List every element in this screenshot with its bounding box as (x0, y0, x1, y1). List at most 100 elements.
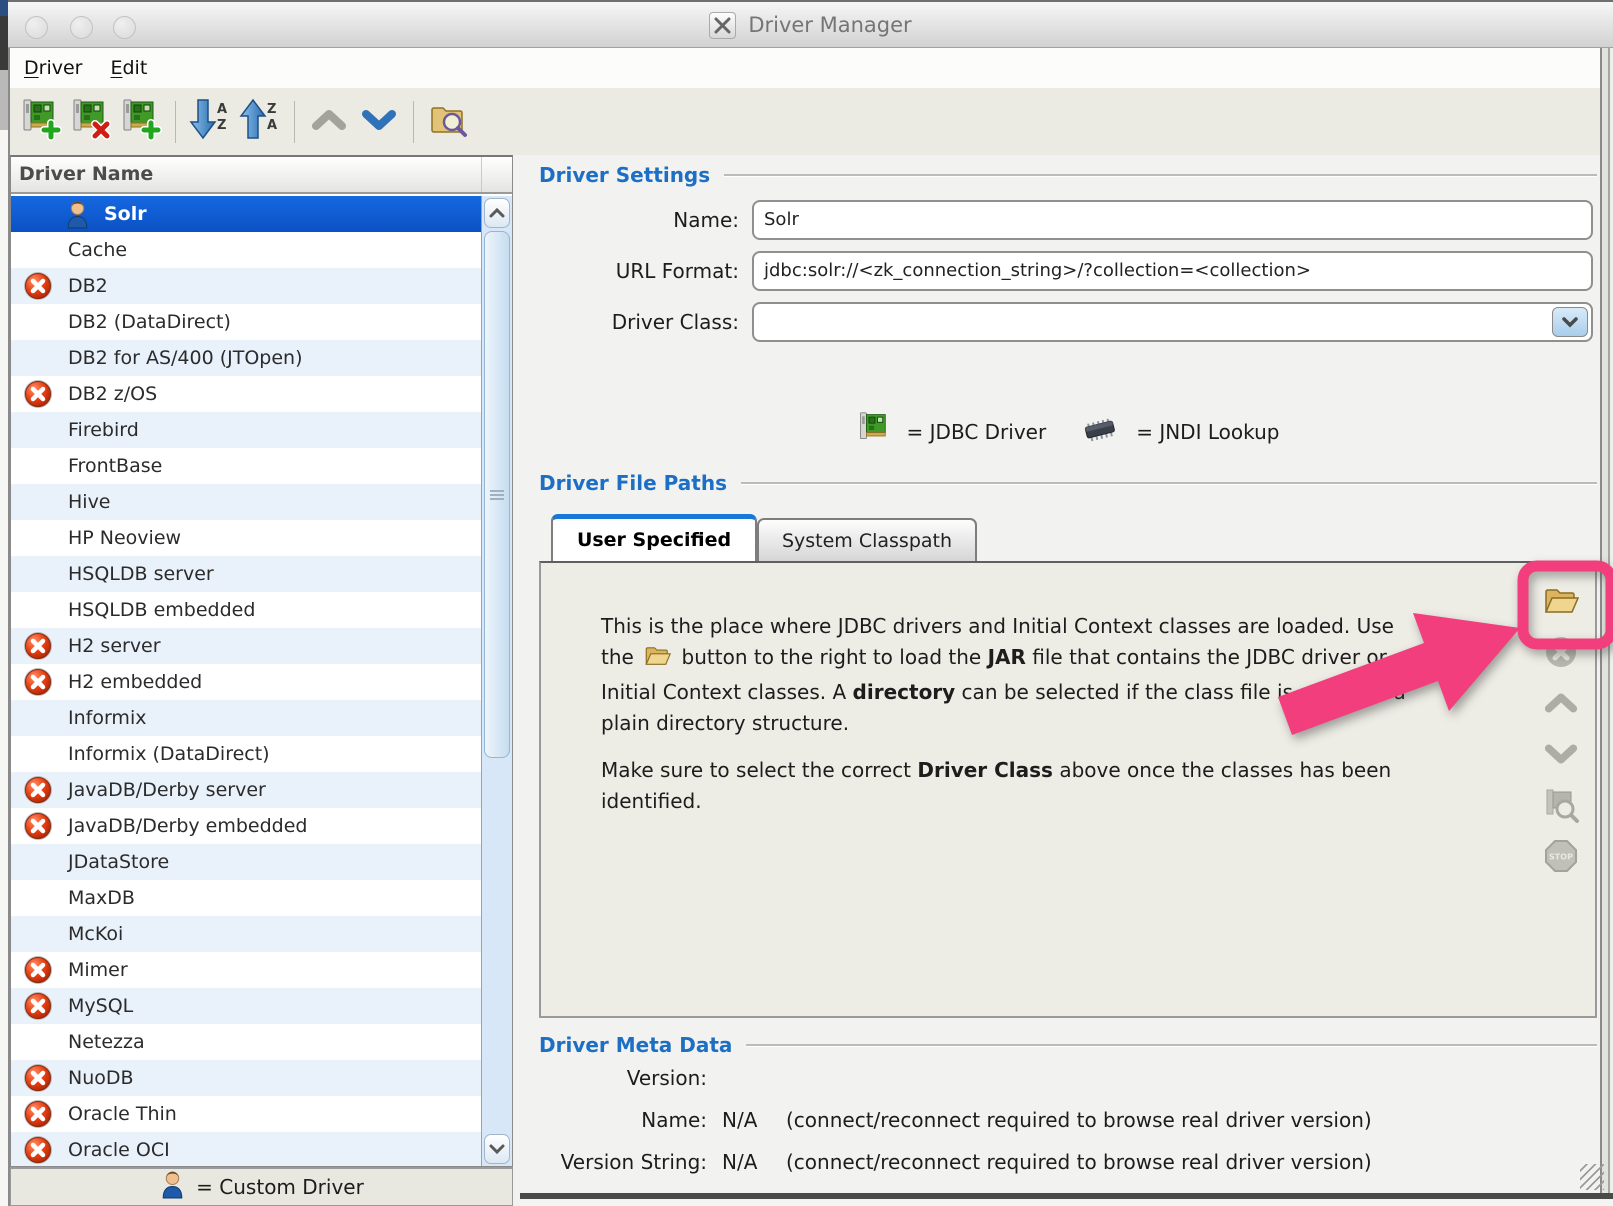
jdbc-driver-legend-label: = JDBC Driver (907, 420, 1047, 444)
toolbar-remove-driver-button[interactable] (66, 97, 116, 147)
driver-name-label: Firebird (68, 412, 139, 448)
toolbar-separator (294, 101, 295, 143)
window-resize-grip[interactable] (1580, 1164, 1604, 1190)
driver-error-icon (23, 775, 53, 810)
driver-list-item-frontbase[interactable]: FrontBase (11, 448, 481, 484)
driver-list-item-db2-z-os[interactable]: DB2 z/OS (11, 376, 481, 412)
driver-error-icon (23, 955, 53, 990)
scrollbar-thumb[interactable] (484, 231, 510, 758)
driver-list-item-javadb-derby-embedded[interactable]: JavaDB/Derby embedded (11, 808, 481, 844)
url-format-input[interactable]: jdbc:solr://<zk_connection_string>/?coll… (752, 251, 1593, 291)
driver-list-item-db2[interactable]: DB2 (11, 268, 481, 304)
driver-name-label: HSQLDB server (68, 556, 214, 592)
driver-list-item-informix[interactable]: Informix (11, 700, 481, 736)
open-file-icon (1543, 585, 1579, 621)
find-driver-icon (428, 101, 468, 143)
driver-list-item-netezza[interactable]: Netezza (11, 1024, 481, 1060)
menu-edit[interactable]: Edit (110, 57, 147, 79)
find-driver-class-button[interactable] (1543, 789, 1579, 825)
driver-class-label: Driver Class: (539, 302, 739, 342)
driver-error-icon (23, 667, 53, 702)
driver-list-scrollbar[interactable] (481, 196, 512, 1166)
driver-error-icon (23, 271, 53, 306)
driver-list-item-cache[interactable]: Cache (11, 232, 481, 268)
toolbar-sort-ascending-button[interactable]: AZ (185, 97, 235, 147)
column-header-driver-name[interactable]: Driver Name (11, 157, 512, 194)
driver-list-item-informix-datadirect[interactable]: Informix (DataDirect) (11, 736, 481, 772)
driver-list-item-h2-server[interactable]: H2 server (11, 628, 481, 664)
move-path-down-button[interactable] (1543, 738, 1579, 774)
driver-list-item-firebird[interactable]: Firebird (11, 412, 481, 448)
title-bar[interactable]: Driver Manager (8, 2, 1613, 48)
driver-list-item-javadb-derby-server[interactable]: JavaDB/Derby server (11, 772, 481, 808)
file-paths-description-paragraph-1: This is the place where JDBC drivers and… (601, 611, 1411, 739)
driver-list-item-hp-neoview[interactable]: HP Neoview (11, 520, 481, 556)
remove-path-button[interactable] (1543, 636, 1579, 672)
tab-user-specified[interactable]: User Specified (551, 514, 757, 561)
sort-descending-icon: ZA (239, 97, 281, 147)
driver-list-item-hive[interactable]: Hive (11, 484, 481, 520)
move-path-down-icon (1543, 742, 1579, 770)
menu-driver[interactable]: Driver (24, 57, 82, 79)
driver-list-item-db2-datadirect[interactable]: DB2 (DataDirect) (11, 304, 481, 340)
find-driver-class-icon (1543, 787, 1579, 827)
driver-list-item-hsqldb-server[interactable]: HSQLDB server (11, 556, 481, 592)
driver-class-dropdown-button[interactable] (1552, 307, 1588, 337)
version-string-note: (connect/reconnect required to browse re… (786, 1144, 1372, 1180)
copy-driver-icon (120, 98, 162, 146)
driver-error-icon (23, 1135, 53, 1166)
stop-find-icon: STOP (1543, 838, 1579, 878)
custom-driver-legend: = Custom Driver (10, 1167, 513, 1206)
custom-driver-icon (64, 199, 91, 235)
driver-list-item-oracle-oci[interactable]: Oracle OCI (11, 1132, 481, 1166)
driver-name-label: DB2 for AS/400 (JTOpen) (68, 340, 303, 376)
custom-driver-legend-label: = Custom Driver (196, 1175, 364, 1199)
below-window-area (520, 1199, 1613, 1206)
version-string-label: Version String: (539, 1144, 707, 1180)
menu-bar: Driver Edit (10, 48, 1600, 88)
driver-list-item-oracle-thin[interactable]: Oracle Thin (11, 1096, 481, 1132)
toolbar-copy-driver-button[interactable] (116, 97, 166, 147)
driver-list-item-hsqldb-embedded[interactable]: HSQLDB embedded (11, 592, 481, 628)
driver-name-label: JavaDB/Derby embedded (68, 808, 308, 844)
driver-list-item-mysql[interactable]: MySQL (11, 988, 481, 1024)
driver-list-item-db2-for-as-400-jtopen[interactable]: DB2 for AS/400 (JTOpen) (11, 340, 481, 376)
screenshot-stage: Driver Manager Driver Edit AZZA Driver N… (0, 0, 1613, 1206)
x11-app-icon (709, 12, 736, 39)
driver-list-item-mimer[interactable]: Mimer (11, 952, 481, 988)
driver-list-item-h2-embedded[interactable]: H2 embedded (11, 664, 481, 700)
toolbar-find-driver-button[interactable] (423, 97, 473, 147)
driver-list-item-mckoi[interactable]: McKoi (11, 916, 481, 952)
file-path-actions: STOP (1541, 585, 1581, 876)
move-path-up-button[interactable] (1543, 687, 1579, 723)
version-label: Version: (539, 1060, 707, 1096)
driver-name-label: DB2 z/OS (68, 376, 157, 412)
driver-name-label: Solr (104, 196, 147, 232)
toolbar-move-down-button[interactable] (354, 97, 404, 147)
svg-text:STOP: STOP (1549, 853, 1573, 862)
name-input[interactable]: Solr (752, 200, 1593, 240)
driver-name-label: FrontBase (68, 448, 162, 484)
driver-error-icon (23, 991, 53, 1026)
tab-system-classpath[interactable]: System Classpath (757, 518, 977, 561)
stop-find-button[interactable]: STOP (1543, 840, 1579, 876)
jndi-lookup-legend-label: = JNDI Lookup (1136, 420, 1279, 444)
driver-meta-data-title: Driver Meta Data (539, 1033, 732, 1057)
driver-name-label: Oracle OCI (68, 1132, 170, 1166)
toolbar-new-driver-button[interactable] (16, 97, 66, 147)
driver-list-item-nuodb[interactable]: NuoDB (11, 1060, 481, 1096)
driver-list-item-jdatastore[interactable]: JDataStore (11, 844, 481, 880)
scroll-up-button[interactable] (484, 198, 510, 228)
driver-list-item-solr[interactable]: Solr (11, 196, 481, 232)
driver-error-icon (23, 1063, 53, 1098)
open-file-button[interactable] (1543, 585, 1579, 621)
toolbar-move-up-button[interactable] (304, 97, 354, 147)
jdbc-driver-icon (857, 411, 893, 454)
driver-name-label: Informix (DataDirect) (68, 736, 270, 772)
toolbar-sort-descending-button[interactable]: ZA (235, 97, 285, 147)
meta-name-note: (connect/reconnect required to browse re… (786, 1102, 1372, 1138)
driver-class-combobox[interactable] (752, 302, 1593, 342)
driver-list-item-maxdb[interactable]: MaxDB (11, 880, 481, 916)
scroll-down-button[interactable] (484, 1134, 510, 1164)
driver-file-paths-section-header: Driver File Paths (539, 470, 1597, 496)
